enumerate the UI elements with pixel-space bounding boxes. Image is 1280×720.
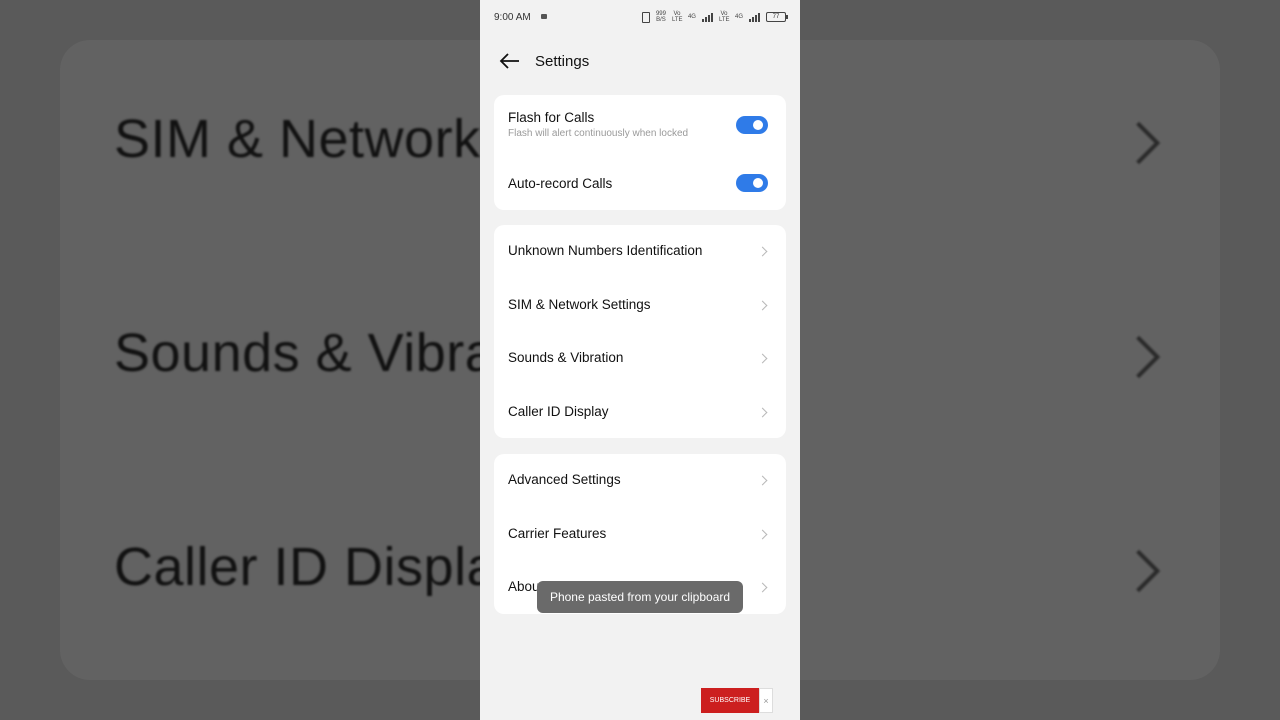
screen-record-icon: [541, 14, 547, 19]
menu-item-label: Advanced Settings: [508, 472, 621, 487]
call-toggles-card: Flash for Calls Flash will alert continu…: [494, 95, 786, 210]
auto-record-calls-row[interactable]: Auto-record Calls: [508, 174, 772, 196]
sim2-network-type: 4G: [734, 14, 743, 20]
sim2-signal-icon: [749, 12, 760, 22]
status-bar: 9:00 AM 999 B/S Vo LTE 4G Vo LTE 4G 77: [480, 0, 800, 34]
background-item-caller-id: Caller ID Displa: [114, 537, 498, 597]
toggle-knob: [753, 178, 763, 188]
network-speed-unit: B/S: [656, 17, 666, 23]
back-button[interactable]: [496, 50, 524, 74]
page-title: Settings: [535, 53, 590, 70]
auto-record-calls-toggle[interactable]: [736, 174, 768, 192]
subscribe-button[interactable]: SUBSCRIBE: [701, 688, 759, 713]
sim2-volte-icon: Vo LTE: [718, 11, 730, 23]
sim1-volte-icon: Vo LTE: [671, 11, 683, 23]
menu-item-unknown-numbers[interactable]: Unknown Numbers Identification: [508, 243, 772, 261]
phone-screen: 9:00 AM 999 B/S Vo LTE 4G Vo LTE 4G 77 S…: [480, 0, 800, 720]
battery-icon: 77: [766, 12, 788, 22]
menu-item-label: Carrier Features: [508, 526, 607, 541]
flash-for-calls-subtitle: Flash will alert continuously when locke…: [508, 128, 689, 139]
menu-item-advanced-settings[interactable]: Advanced Settings: [508, 472, 772, 490]
menu-item-label: SIM & Network Settings: [508, 297, 651, 312]
menu-item-carrier-features[interactable]: Carrier Features: [508, 526, 772, 544]
sim1-network-type: 4G: [687, 14, 696, 20]
status-time: 9:00 AM: [494, 12, 531, 23]
network-speed: 999 B/S: [656, 11, 666, 23]
menu-item-label: Unknown Numbers Identification: [508, 243, 703, 258]
flash-for-calls-label: Flash for Calls: [508, 110, 595, 125]
back-arrow-icon: [499, 53, 519, 69]
menu-item-label: Caller ID Display: [508, 404, 609, 419]
vibrate-icon: [641, 11, 650, 23]
close-icon[interactable]: ×: [759, 688, 773, 713]
toggle-knob: [753, 120, 763, 130]
menu-item-sim-network-settings[interactable]: SIM & Network Settings: [508, 297, 772, 315]
auto-record-calls-label: Auto-record Calls: [508, 176, 613, 191]
header: Settings: [480, 40, 800, 84]
menu-item-sounds-vibration[interactable]: Sounds & Vibration: [508, 350, 772, 368]
flash-for-calls-row[interactable]: Flash for Calls Flash will alert continu…: [508, 110, 772, 150]
clipboard-toast: Phone pasted from your clipboard: [537, 581, 743, 613]
background-item-sim-network: SIM & Network: [114, 109, 481, 169]
flash-for-calls-toggle[interactable]: [736, 116, 768, 134]
menu-item-caller-id-display[interactable]: Caller ID Display: [508, 404, 772, 422]
menu-item-label: Sounds & Vibration: [508, 350, 624, 365]
status-icons: 999 B/S Vo LTE 4G Vo LTE 4G 77: [641, 11, 788, 23]
sim1-signal-icon: [701, 12, 713, 22]
call-settings-menu-card: Unknown Numbers Identification SIM & Net…: [494, 225, 786, 438]
background-item-sounds: Sounds & Vibra: [114, 323, 496, 383]
